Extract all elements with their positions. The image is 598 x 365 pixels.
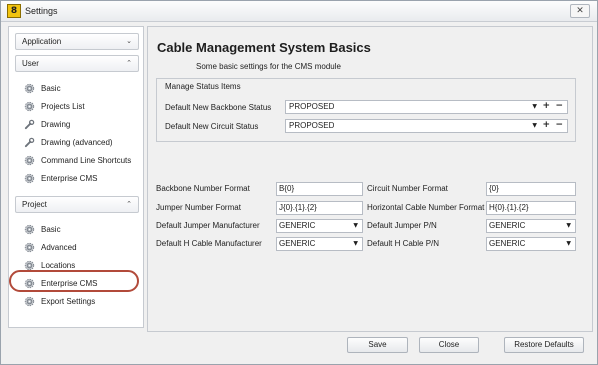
sidebar-item-label: Command Line Shortcuts xyxy=(41,156,132,165)
section-application-label: Application xyxy=(22,37,62,46)
backbone-status-label: Default New Backbone Status xyxy=(165,103,272,112)
section-application[interactable]: Application ⌄ xyxy=(15,33,139,50)
dropdown-arrow-icon: ▼ xyxy=(353,222,358,229)
gear-icon xyxy=(23,296,35,308)
restore-defaults-button[interactable]: Restore Defaults xyxy=(504,337,584,353)
jumper-manufacturer-select[interactable]: GENERIC ▼ xyxy=(276,219,363,233)
chevron-up-icon: ⌃ xyxy=(126,200,132,208)
app-icon: 8 xyxy=(7,4,21,18)
hcable-pn-select[interactable]: GENERIC ▼ xyxy=(486,237,576,251)
sidebar-item-label: Drawing (advanced) xyxy=(41,138,113,147)
section-user[interactable]: User ⌃ xyxy=(15,55,139,72)
dropdown-arrow-icon: ▼ xyxy=(566,222,571,229)
settings-content-panel: Cable Management System Basics Some basi… xyxy=(147,26,593,332)
jumper-format-label: Jumper Number Format xyxy=(156,203,241,212)
sidebar-item-drawing[interactable]: Drawing xyxy=(23,117,70,132)
gear-icon xyxy=(23,83,35,95)
sidebar-item-drawing-advanced[interactable]: Drawing (advanced) xyxy=(23,135,113,150)
sidebar-item-label: Basic xyxy=(41,225,61,234)
dropdown-arrow-icon: ▼ xyxy=(353,240,358,247)
dropdown-arrow-icon: ▼ xyxy=(532,122,537,129)
backbone-status-value: PROPOSED xyxy=(289,102,335,111)
jumper-pn-label: Default Jumper P/N xyxy=(367,221,437,230)
settings-sidebar: Application ⌄ User ⌃ Basic Projects List… xyxy=(8,26,151,328)
circuit-status-select[interactable]: PROPOSED ▼ + − xyxy=(285,119,568,133)
add-status-button[interactable]: + xyxy=(542,100,550,112)
sidebar-item-projects-list[interactable]: Projects List xyxy=(23,99,85,114)
sidebar-item-user-enterprise-cms[interactable]: Enterprise CMS xyxy=(23,171,97,186)
hcable-pn-label: Default H Cable P/N xyxy=(367,239,440,248)
horizontal-cable-format-input[interactable]: H{0}.{1}.{2} xyxy=(486,201,576,215)
sidebar-item-label: Locations xyxy=(41,261,76,270)
sidebar-item-label: Advanced xyxy=(41,243,77,252)
close-button[interactable]: Close xyxy=(419,337,479,353)
chevron-up-icon: ⌃ xyxy=(126,59,132,67)
add-status-button[interactable]: + xyxy=(542,119,550,131)
gear-icon xyxy=(23,155,35,167)
sidebar-item-label: Projects List xyxy=(41,102,85,111)
page-subtitle: Some basic settings for the CMS module xyxy=(196,62,341,71)
wrench-icon xyxy=(23,137,35,149)
dropdown-arrow-icon: ▼ xyxy=(566,240,571,247)
backbone-format-label: Backbone Number Format xyxy=(156,184,250,193)
sidebar-item-project-basic[interactable]: Basic xyxy=(23,222,61,237)
gear-icon xyxy=(23,242,35,254)
page-title: Cable Management System Basics xyxy=(157,40,371,55)
sidebar-item-label: Export Settings xyxy=(41,297,96,306)
hcable-pn-value: GENERIC xyxy=(489,239,526,248)
sidebar-item-command-line-shortcuts[interactable]: Command Line Shortcuts xyxy=(23,153,131,168)
sidebar-item-label: Enterprise CMS xyxy=(41,174,98,183)
section-project-label: Project xyxy=(22,200,47,209)
hcable-manufacturer-select[interactable]: GENERIC ▼ xyxy=(276,237,363,251)
wrench-icon xyxy=(23,119,35,131)
hcable-manufacturer-label: Default H Cable Manufacturer xyxy=(156,239,262,248)
gear-icon xyxy=(23,173,35,185)
window-title: Settings xyxy=(25,6,58,16)
save-button[interactable]: Save xyxy=(347,337,408,353)
settings-window: 8 Settings ✕ Application ⌄ User ⌃ Basic … xyxy=(0,0,598,365)
circuit-format-input[interactable]: {0} xyxy=(486,182,576,196)
sidebar-item-export-settings[interactable]: Export Settings xyxy=(23,294,95,309)
circuit-status-value: PROPOSED xyxy=(289,121,335,130)
sidebar-item-label: Drawing xyxy=(41,120,71,129)
section-user-label: User xyxy=(22,59,39,68)
close-window-button[interactable]: ✕ xyxy=(570,4,590,18)
jumper-pn-select[interactable]: GENERIC ▼ xyxy=(486,219,576,233)
section-project[interactable]: Project ⌃ xyxy=(15,196,139,213)
backbone-format-input[interactable]: B{0} xyxy=(276,182,363,196)
gear-icon xyxy=(23,101,35,113)
remove-status-button[interactable]: − xyxy=(555,119,563,131)
circuit-format-label: Circuit Number Format xyxy=(367,184,448,193)
sidebar-item-advanced[interactable]: Advanced xyxy=(23,240,77,255)
jumper-manufacturer-value: GENERIC xyxy=(279,221,316,230)
jumper-format-input[interactable]: J{0}.{1}.{2} xyxy=(276,201,363,215)
chevron-down-icon: ⌄ xyxy=(126,37,132,45)
hcable-manufacturer-value: GENERIC xyxy=(279,239,316,248)
circuit-status-label: Default New Circuit Status xyxy=(165,122,259,131)
group-title: Manage Status Items xyxy=(165,82,241,91)
manage-status-group: Manage Status Items Default New Backbone… xyxy=(156,78,576,142)
remove-status-button[interactable]: − xyxy=(555,100,563,112)
jumper-pn-value: GENERIC xyxy=(489,221,526,230)
title-bar: 8 Settings ✕ xyxy=(1,1,597,22)
highlight-annotation-ring xyxy=(9,270,139,292)
jumper-manufacturer-label: Default Jumper Manufacturer xyxy=(156,221,260,230)
backbone-status-select[interactable]: PROPOSED ▼ + − xyxy=(285,100,568,114)
sidebar-item-label: Basic xyxy=(41,84,61,93)
dropdown-arrow-icon: ▼ xyxy=(532,103,537,110)
gear-icon xyxy=(23,224,35,236)
horizontal-cable-format-label: Horizontal Cable Number Format xyxy=(367,203,485,212)
sidebar-item-user-basic[interactable]: Basic xyxy=(23,81,61,96)
